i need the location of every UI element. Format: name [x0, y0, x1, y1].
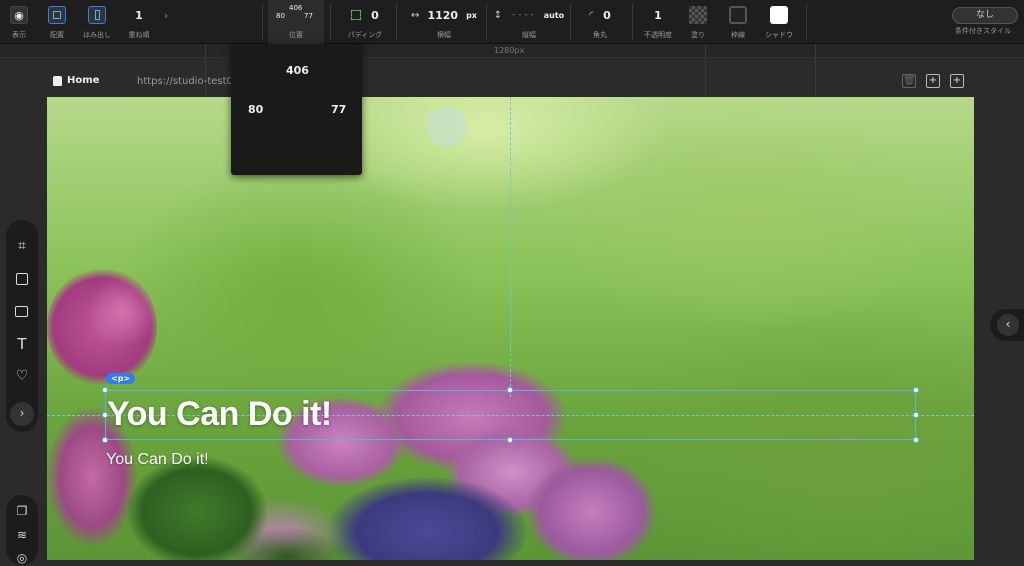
resize-handle[interactable]: [913, 387, 919, 393]
zindex-control[interactable]: 1 重ね順: [126, 0, 152, 44]
image-icon[interactable]: [14, 304, 30, 320]
frame-icon[interactable]: ⌗: [14, 238, 30, 254]
pages-icon[interactable]: ❐: [14, 503, 30, 519]
height-unit[interactable]: auto: [544, 11, 564, 20]
hero-subtitle[interactable]: You Can Do it!: [106, 451, 209, 469]
element-tag-badge[interactable]: <p>: [106, 373, 136, 384]
ruler-width-label: 1280px: [494, 46, 525, 55]
position-top-mini: 406: [289, 4, 303, 12]
resize-handle[interactable]: [507, 437, 513, 443]
left-tool-panel: ⌗ T ♡ ›: [6, 220, 38, 432]
hero-title[interactable]: You Can Do it!: [107, 395, 332, 434]
height-arrows-icon: ↕: [493, 9, 503, 21]
assets-icon[interactable]: ◎: [14, 550, 30, 566]
height-control[interactable]: ↕ - - - - auto 縦幅: [490, 0, 568, 44]
resize-handle[interactable]: [102, 387, 108, 393]
position-top-input[interactable]: 406: [286, 64, 309, 77]
canvas-ruler: 1280px: [0, 44, 1024, 58]
radius-value[interactable]: 0: [603, 9, 611, 22]
position-right-mini: 77: [304, 12, 313, 20]
property-toolbar: ◉ 表示 配置 はみ出し 1 重ね順 › 406 80 77 位置 0 パディン…: [0, 0, 1024, 44]
add-page-icon[interactable]: +: [950, 74, 964, 88]
page-name: Home: [67, 75, 100, 86]
resize-handle[interactable]: [102, 437, 108, 443]
shadow-icon: [770, 6, 788, 24]
padding-value[interactable]: 0: [371, 9, 379, 22]
corner-radius-icon: ◜: [589, 9, 594, 21]
box-icon[interactable]: [14, 271, 30, 287]
page-url[interactable]: https://studio-test003: [137, 76, 246, 87]
fill-control[interactable]: 塗り: [686, 0, 710, 44]
resize-handle[interactable]: [913, 412, 919, 418]
conditional-style-label: 条件付きスタイル: [955, 27, 1011, 35]
width-arrows-icon: ↔: [411, 9, 420, 21]
position-left-input[interactable]: 80: [248, 103, 263, 116]
left-bottom-panel: ❐ ≋ ◎: [6, 495, 38, 565]
border-control[interactable]: 枠線: [726, 0, 750, 44]
right-panel-toggle[interactable]: ‹: [990, 309, 1024, 341]
heart-icon[interactable]: ♡: [14, 368, 30, 384]
position-control[interactable]: 406 80 77 位置: [268, 0, 324, 44]
home-icon: [53, 75, 62, 86]
padding-icon: [351, 10, 362, 20]
layers-icon[interactable]: ≋: [14, 527, 30, 543]
opacity-value[interactable]: 1: [654, 9, 662, 22]
position-popup: 406 80 77: [231, 44, 362, 175]
overflow-control[interactable]: はみ出し: [82, 0, 112, 44]
header-icons: 🗑 + +: [902, 74, 964, 88]
position-right-input[interactable]: 77: [331, 103, 346, 116]
opacity-control[interactable]: 1 不透明度: [640, 0, 676, 44]
width-control[interactable]: ↔ 1120 px 横幅: [404, 0, 484, 44]
chevron-right-icon[interactable]: ›: [10, 402, 34, 426]
position-left-mini: 80: [276, 12, 285, 20]
duplicate-icon[interactable]: +: [926, 74, 940, 88]
display-control[interactable]: ◉ 表示: [6, 0, 32, 44]
radius-control[interactable]: ◜ 0 角丸: [576, 0, 624, 44]
center-guide-vertical: [510, 97, 511, 397]
align-icon: [48, 6, 66, 24]
canvas-header: Home https://studio-test003 🗑 + +: [47, 66, 974, 98]
text-icon[interactable]: T: [14, 336, 30, 352]
width-unit[interactable]: px: [466, 11, 477, 20]
padding-control[interactable]: 0 パディング: [340, 0, 390, 44]
conditional-style-select[interactable]: なし: [952, 7, 1018, 24]
zindex-value[interactable]: 1: [135, 9, 143, 22]
chevron-right-icon[interactable]: ›: [160, 0, 172, 44]
height-value[interactable]: - - - -: [512, 10, 534, 20]
align-control[interactable]: 配置: [44, 0, 70, 44]
resize-handle[interactable]: [913, 437, 919, 443]
shadow-control[interactable]: シャドウ: [764, 0, 794, 44]
resize-handle[interactable]: [507, 387, 513, 393]
width-value[interactable]: 1120: [427, 9, 458, 22]
eye-icon: ◉: [10, 6, 28, 24]
trash-icon[interactable]: 🗑: [902, 74, 916, 88]
chevron-left-icon: ‹: [997, 314, 1019, 336]
border-icon: [729, 6, 747, 24]
page-home-link[interactable]: Home: [53, 75, 99, 86]
checkerboard-icon: [689, 6, 707, 24]
overflow-icon: [88, 6, 106, 24]
